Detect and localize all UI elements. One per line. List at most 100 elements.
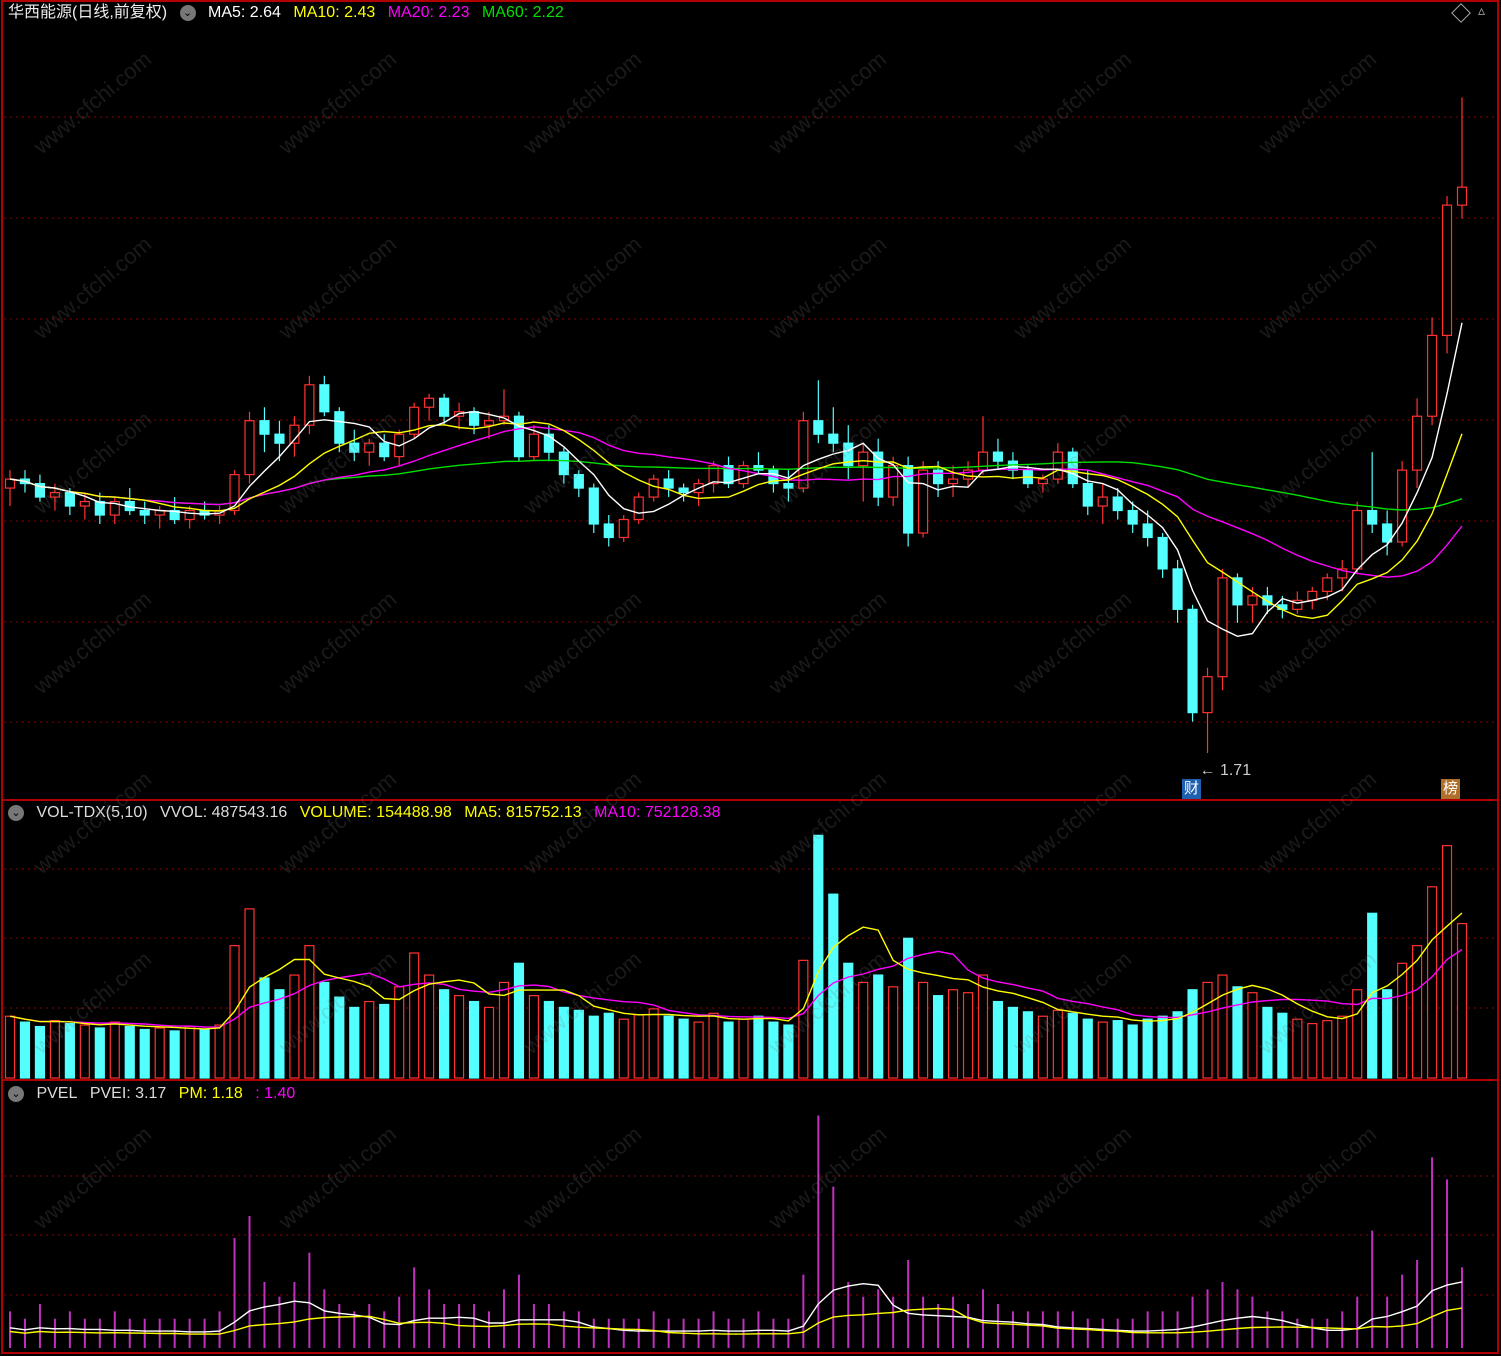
volume-bar bbox=[633, 1014, 644, 1079]
volume-bar bbox=[858, 981, 869, 1079]
candle-body bbox=[813, 420, 824, 435]
candle-body bbox=[588, 487, 599, 525]
finance-tag[interactable]: 财 bbox=[1182, 779, 1202, 799]
pm-line bbox=[9, 1307, 1463, 1335]
candle-body bbox=[528, 433, 540, 458]
candle-body bbox=[858, 451, 869, 467]
candle-body bbox=[1187, 608, 1198, 714]
volume-bar bbox=[1441, 845, 1453, 1079]
volume-bar bbox=[1322, 1020, 1333, 1079]
volume-bar bbox=[1187, 989, 1198, 1079]
volume-bar bbox=[1247, 992, 1258, 1079]
volume-bar bbox=[379, 1003, 390, 1079]
volume-bar bbox=[603, 1012, 614, 1079]
candle-body bbox=[1097, 496, 1108, 507]
volume-bar bbox=[94, 1027, 105, 1079]
volume-bar bbox=[738, 1018, 749, 1079]
vol-ma5-value: MA5: 815752.13 bbox=[464, 804, 582, 821]
volume-bar bbox=[19, 1021, 31, 1079]
volume-bar bbox=[753, 1015, 764, 1079]
volume-bar bbox=[199, 1028, 210, 1079]
stock-title: 华西能源(日线,前复权) bbox=[8, 4, 168, 21]
candle-body bbox=[1412, 415, 1423, 471]
chevron-down-icon[interactable]: ⌄ bbox=[8, 804, 24, 821]
volume-bar bbox=[1307, 1022, 1318, 1079]
candle-body bbox=[1247, 595, 1258, 606]
ma60-value: MA60: 2.22 bbox=[481, 4, 564, 21]
candle-body bbox=[304, 384, 315, 426]
volume-bar bbox=[1082, 1018, 1093, 1079]
volume-bar bbox=[4, 1015, 16, 1079]
ma5-line bbox=[9, 322, 1463, 638]
ma10-value: MA10: 2.43 bbox=[293, 4, 376, 21]
volume-bar bbox=[364, 1000, 375, 1079]
volume-bar bbox=[513, 962, 525, 1079]
volume-bar bbox=[409, 952, 420, 1079]
volume-bar bbox=[1426, 886, 1438, 1079]
candle-body bbox=[1456, 186, 1468, 206]
list-tag[interactable]: 榜 bbox=[1441, 779, 1461, 799]
volume-bar bbox=[648, 1008, 659, 1079]
candle-body bbox=[663, 478, 674, 489]
candle-body bbox=[1172, 568, 1183, 610]
volume-bar bbox=[588, 1015, 599, 1079]
volume-bar bbox=[678, 1018, 689, 1079]
volume-bar bbox=[169, 1030, 180, 1079]
candle-body bbox=[888, 465, 899, 498]
volume-bar bbox=[424, 974, 435, 1079]
chevron-down-icon[interactable]: ⌄ bbox=[8, 1085, 24, 1102]
volume-bar bbox=[813, 834, 824, 1079]
candle-body bbox=[468, 411, 480, 426]
volume-bar bbox=[1397, 962, 1408, 1079]
candle-body bbox=[932, 469, 944, 485]
volume-ma10-line bbox=[9, 948, 1463, 1028]
candle-body bbox=[543, 433, 554, 453]
volume-ma5-line bbox=[9, 912, 1463, 1030]
ma60-line bbox=[9, 459, 1463, 511]
volume-bar bbox=[1412, 945, 1423, 1079]
volume-bar bbox=[1217, 974, 1228, 1079]
candle-body bbox=[633, 496, 644, 521]
candle-body bbox=[184, 509, 195, 521]
volume-bar bbox=[723, 1021, 734, 1079]
volume-bar bbox=[1142, 1018, 1153, 1079]
volume-bar bbox=[184, 1025, 195, 1079]
volume-bar bbox=[1456, 922, 1468, 1079]
candle-body bbox=[334, 411, 345, 444]
candle-body bbox=[79, 500, 90, 507]
volume-bar bbox=[394, 986, 405, 1079]
ma10-line bbox=[9, 421, 1463, 620]
candle-body bbox=[1367, 509, 1378, 525]
candle-body bbox=[244, 420, 255, 476]
volume-bar bbox=[1067, 1012, 1078, 1079]
candle-body bbox=[94, 500, 105, 516]
scroll-up-icon[interactable]: ▵ bbox=[1478, 2, 1485, 19]
volume-bar bbox=[873, 974, 884, 1079]
volume-bar bbox=[154, 1027, 165, 1079]
volume-bar bbox=[453, 995, 465, 1079]
candle-body bbox=[1322, 577, 1333, 592]
volume-bar bbox=[618, 1018, 629, 1079]
candle-body bbox=[1426, 334, 1438, 417]
candle-body bbox=[1127, 509, 1138, 525]
candle-body bbox=[648, 478, 659, 498]
volume-bar bbox=[1097, 1021, 1108, 1079]
candle-body bbox=[947, 478, 959, 485]
candle-body bbox=[678, 487, 689, 494]
candle-body bbox=[753, 465, 764, 471]
candle-body bbox=[379, 442, 390, 458]
candle-body bbox=[1142, 523, 1153, 539]
candle-body bbox=[274, 433, 285, 444]
indicator-name[interactable]: PVEL bbox=[36, 1085, 77, 1102]
volume-bar bbox=[918, 981, 929, 1079]
chevron-down-icon[interactable]: ⌄ bbox=[179, 4, 196, 21]
volume-bar bbox=[109, 1021, 120, 1079]
volume-bar bbox=[962, 992, 974, 1079]
volume-bar bbox=[483, 1006, 495, 1079]
candle-body bbox=[1397, 469, 1408, 543]
ma20-value: MA20: 2.23 bbox=[387, 4, 470, 21]
candle-body bbox=[139, 509, 150, 516]
candle-body bbox=[603, 523, 614, 539]
third-value: : 1.40 bbox=[255, 1085, 296, 1102]
volume-bar bbox=[947, 989, 959, 1079]
